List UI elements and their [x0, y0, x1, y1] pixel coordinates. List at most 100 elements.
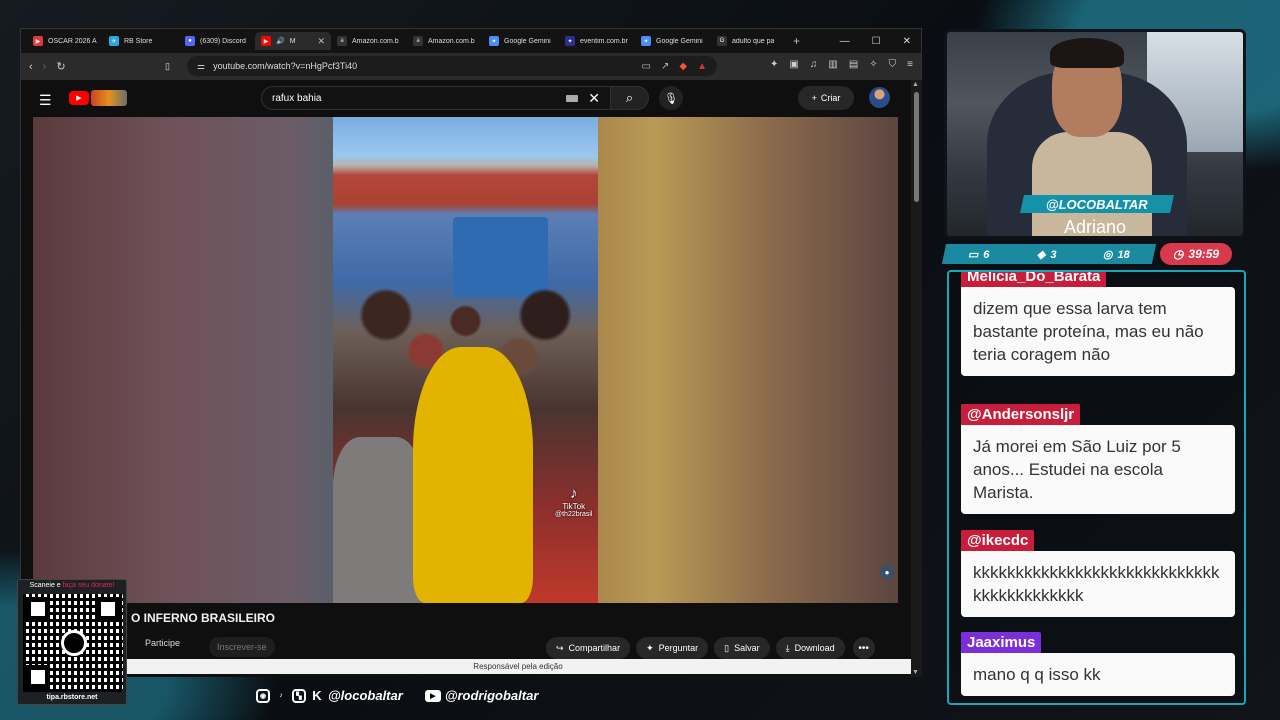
tab-favicon-icon: ● — [185, 36, 195, 46]
save-label: Salvar — [734, 643, 760, 653]
channel-watermark-icon[interactable]: ● — [880, 565, 894, 579]
video-person-yellow — [413, 347, 533, 603]
site-settings-icon[interactable]: ⚌ — [197, 61, 205, 72]
browser-tab[interactable]: ● (6309) Discord — [179, 32, 255, 50]
share-button[interactable]: ↪ Compartilhar — [546, 637, 631, 659]
save-button[interactable]: ▯ Salvar — [714, 637, 770, 659]
subscribe-button[interactable]: Inscrever-se — [209, 637, 275, 657]
instagram-icon: ◉ — [256, 688, 270, 703]
maximize-icon[interactable]: ☐ — [872, 36, 881, 47]
leo-icon[interactable]: ✧ — [869, 59, 877, 70]
tab-title: (6309) Discord — [200, 37, 246, 45]
page-scrollbar[interactable]: ▲ ▼ — [911, 80, 922, 677]
brave-shield-icon[interactable]: ◆ — [679, 61, 687, 72]
browser-tab[interactable]: a Amazon.com.b — [407, 32, 483, 50]
chat-count: ▭ 6 — [968, 248, 990, 261]
youtube-header: ☰ ▶ rafux bahia ✕ ⌕ 🎙 + Criar — [21, 80, 911, 116]
vpn-icon[interactable]: ⛉ — [889, 59, 897, 70]
screenshot-icon[interactable]: ▣ — [789, 59, 798, 70]
chat-message: Jaaximus mano q q isso kk — [961, 632, 1235, 696]
browser-tab[interactable]: ▶ OSCAR 2026 A — [27, 32, 103, 50]
viewers-icon: ◆ — [1036, 248, 1045, 261]
browser-tab[interactable]: ✈ RB Store — [103, 32, 179, 50]
voice-search-button[interactable]: 🎙 — [659, 86, 683, 110]
close-window-icon[interactable]: ✕ — [903, 36, 911, 47]
youtube-page: ☰ ▶ rafux bahia ✕ ⌕ 🎙 + Criar ♪ TikTok @… — [21, 80, 911, 677]
tab-title: OSCAR 2026 A — [48, 37, 97, 45]
forward-icon[interactable]: › — [43, 61, 47, 73]
qr-url: tipa.rbstore.net — [46, 694, 98, 701]
tab-audio-icon[interactable]: 🔊 — [276, 37, 285, 45]
qr-logo-icon — [61, 630, 87, 656]
back-icon[interactable]: ‹ — [29, 61, 33, 73]
create-button[interactable]: + Criar — [798, 86, 854, 110]
social-handles: ◉ ♪ ▚ K @locobaltar ▶ @rodrigobaltar — [256, 688, 538, 703]
tab-favicon-icon: ✈ — [109, 36, 119, 46]
browser-tab[interactable]: ✦ Google Gemini — [635, 32, 711, 50]
scroll-up-icon[interactable]: ▲ — [912, 81, 919, 88]
tiktok-watermark: ♪ TikTok @th22brasil — [555, 485, 592, 518]
scrollbar-thumb[interactable] — [914, 92, 919, 202]
browser-tab[interactable]: ✦ eventim.com.br — [559, 32, 635, 50]
donate-qr-panel: Scaneie e faça seu donate! tipa.rbstore.… — [17, 579, 127, 705]
reload-icon[interactable]: ↻ — [56, 60, 65, 73]
chat-bubble-icon: ▭ — [967, 248, 979, 261]
stream-stats-bar: ▭ 6 ◆ 3 ◎ 18 ◷ 39:59 — [941, 242, 1246, 266]
bookmark-icon[interactable]: ▯ — [165, 61, 170, 72]
browser-tab[interactable]: Gadulto que pa — [711, 32, 787, 50]
extensions-icon[interactable]: ✦ — [770, 59, 778, 70]
create-label: Criar — [820, 93, 841, 103]
join-button[interactable]: Participe — [145, 638, 180, 648]
browser-tab[interactable]: a Amazon.com.b — [331, 32, 407, 50]
viewer-count-value: 3 — [1049, 248, 1057, 260]
tab-title: eventim.com.br — [580, 37, 628, 45]
sidebar-icon[interactable]: ▥ — [828, 59, 837, 70]
chat-message: @ikecdc kkkkkkkkkkkkkkkkkkkkkkkkkkkkkkkkk… — [961, 530, 1235, 617]
cast-icon[interactable]: ▭ — [642, 61, 651, 72]
chat-message: Melicia_Do_Barata dizem que essa larva te… — [961, 272, 1235, 376]
video-player[interactable]: ♪ TikTok @th22brasil ● — [33, 117, 898, 603]
hamburger-menu-icon[interactable]: ☰ — [39, 92, 52, 109]
minimize-icon[interactable]: — — [840, 36, 850, 47]
music-icon[interactable]: ♫ — [810, 59, 818, 70]
share-page-icon[interactable]: ↗ — [661, 61, 669, 72]
video-frame: ♪ TikTok @th22brasil — [333, 117, 598, 603]
chat-message-text: dizem que essa larva tem bastante proteí… — [961, 287, 1235, 376]
menu-icon[interactable]: ≡ — [907, 59, 913, 70]
tab-title: RB Store — [124, 37, 153, 45]
rewards-icon[interactable]: ▲ — [697, 61, 707, 72]
youtube-social-handle: @rodrigobaltar — [444, 688, 539, 703]
download-button[interactable]: ⤓ Download — [775, 637, 845, 659]
search-button[interactable]: ⌕ — [611, 86, 649, 110]
youtube-logo[interactable]: ▶ — [69, 91, 89, 105]
streamer-name-plate: @LOCOBALTAR Adriano — [944, 195, 1246, 239]
browser-tab[interactable]: ✦ Google Gemini — [483, 32, 559, 50]
qr-finder-bottom-left — [26, 665, 50, 689]
tab-favicon-icon: ✦ — [489, 36, 499, 46]
wallet-icon[interactable]: ▤ — [849, 59, 858, 70]
tab-title: Google Gemini — [656, 37, 703, 45]
scroll-down-icon[interactable]: ▼ — [912, 669, 919, 676]
chat-username: Melicia_Do_Barata — [961, 272, 1107, 287]
microphone-icon: 🎙 — [664, 92, 678, 105]
new-tab-button[interactable]: + — [793, 34, 807, 48]
qr-caption-highlight: faça seu donate! — [62, 582, 115, 589]
download-icon: ⤓ — [785, 642, 790, 653]
clear-search-icon[interactable]: ✕ — [588, 90, 600, 107]
youtube-doodle[interactable] — [91, 90, 127, 106]
search-input[interactable]: rafux bahia ✕ — [261, 86, 611, 110]
plus-icon: + — [811, 93, 817, 103]
tab-close-icon[interactable]: ✕ — [317, 36, 325, 47]
qr-finder-top-left — [26, 597, 50, 621]
donate-qr-code[interactable] — [23, 594, 123, 692]
tab-title: Google Gemini — [504, 37, 551, 45]
browser-tab[interactable]: ▶ 🔊 M ✕ — [255, 32, 331, 50]
video-title: O INFERNO BRASILEIRO — [131, 611, 276, 625]
tab-favicon-icon: a — [337, 36, 347, 46]
address-bar[interactable]: ▯ ⚌ youtube.com/watch?v=nHgPcf3Ti40 ▭ ↗ … — [165, 56, 717, 76]
more-actions-button[interactable]: ••• — [852, 637, 875, 659]
ask-button[interactable]: ✦ Perguntar — [636, 637, 709, 659]
keyboard-icon[interactable] — [566, 94, 579, 102]
tab-favicon-icon: G — [717, 36, 727, 46]
account-avatar[interactable] — [869, 87, 890, 108]
